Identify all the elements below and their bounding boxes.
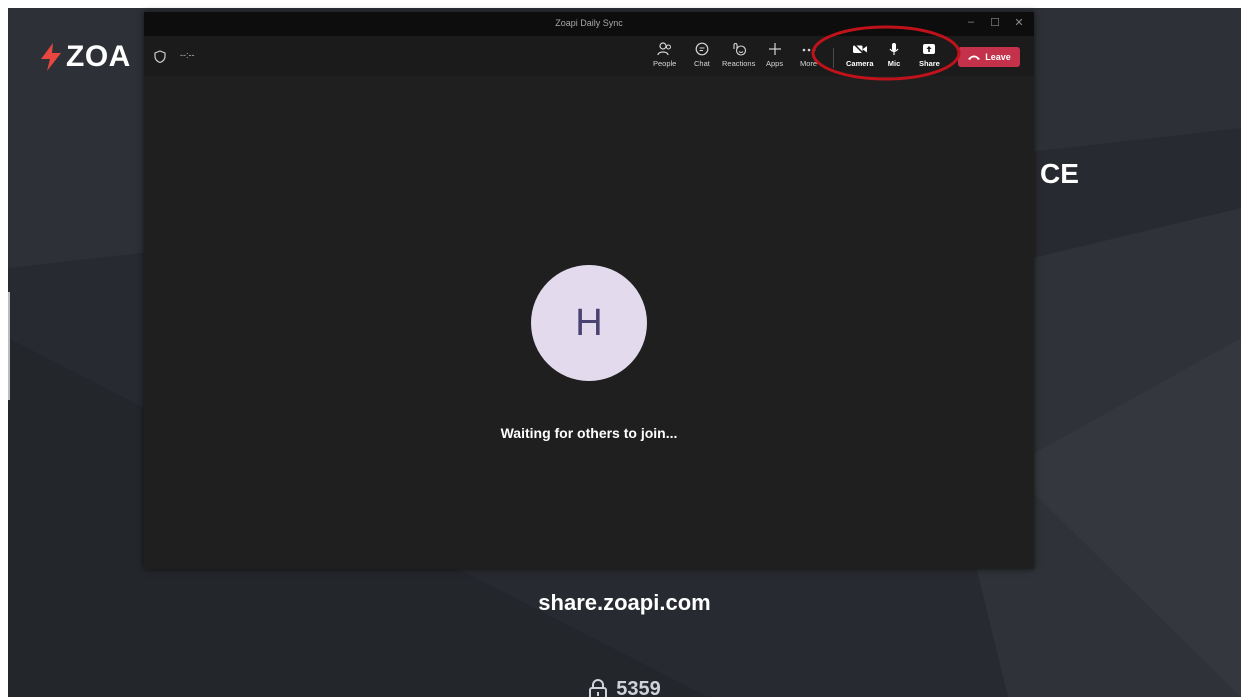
minimize-icon[interactable]: – xyxy=(963,16,979,28)
maximize-icon[interactable]: ☐ xyxy=(987,16,1003,29)
avatar-initial: H xyxy=(575,301,603,344)
hang-up-icon xyxy=(968,55,981,60)
chat-label: Chat xyxy=(694,59,710,68)
left-edge-handle xyxy=(8,292,10,400)
brand-name: ZOA xyxy=(66,40,131,73)
participant-avatar: H xyxy=(531,265,647,381)
people-button[interactable]: People xyxy=(653,42,676,68)
waiting-status: Waiting for others to join... xyxy=(500,425,678,441)
lightning-bolt-icon xyxy=(41,43,61,71)
leave-button[interactable]: Leave xyxy=(958,47,1020,67)
apps-label: Apps xyxy=(766,59,784,68)
people-icon xyxy=(657,42,671,56)
lock-icon xyxy=(589,678,608,697)
reactions-button[interactable]: Reactions xyxy=(722,42,755,68)
room-code: 5359 xyxy=(8,678,1241,697)
reactions-icon xyxy=(733,43,746,56)
room-code-value: 5359 xyxy=(616,678,661,697)
red-highlight-ellipse xyxy=(811,25,961,81)
meeting-timer: --:-- xyxy=(180,50,195,60)
meeting-window: Zoapi Daily Sync – ☐ ✕ --:-- People Chat xyxy=(144,12,1034,569)
close-icon[interactable]: ✕ xyxy=(1011,16,1027,29)
zoapi-logo: ZOA xyxy=(38,40,131,74)
people-label: People xyxy=(653,59,677,68)
reactions-label: Reactions xyxy=(722,59,756,68)
shield-icon[interactable] xyxy=(154,50,166,63)
apps-button[interactable]: Apps xyxy=(766,42,783,68)
plus-icon xyxy=(768,43,781,55)
background-partial-text: CE xyxy=(1040,158,1079,189)
share-domain: share.zoapi.com xyxy=(538,590,711,615)
leave-label: Leave xyxy=(985,52,1011,62)
chat-button[interactable]: Chat xyxy=(694,42,710,68)
chat-icon xyxy=(695,42,709,56)
